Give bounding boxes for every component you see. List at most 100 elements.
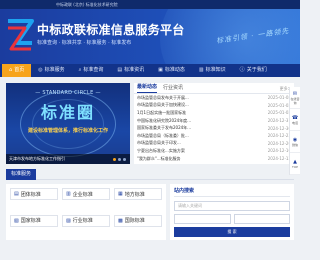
tab-latest[interactable]: 最新动态 [137, 83, 158, 93]
side-item-label: TOP [291, 164, 298, 169]
news-item[interactable]: 宁夏出台标准化...实施方案 2024-12-16 [137, 147, 291, 155]
nav-item-label: 标准服务 [44, 67, 65, 73]
news-title: 中国标准化研究院2024年度... [137, 117, 191, 123]
search-filters [174, 214, 290, 224]
document-icon: ▥ [66, 191, 71, 197]
news-date: 2024-12-13 [267, 156, 291, 162]
news-title: 市场监管总局关于印发... [137, 140, 181, 146]
news-item[interactable]: 市场监管总局发布关于开展... 2025-01-08 [137, 94, 291, 102]
filter-select[interactable] [174, 214, 231, 224]
search-button[interactable]: 搜 索 [174, 227, 290, 237]
category-area: ▤ 团体标准 ▥ 企业标准 ▦ 地方标准 ▧ 国家标准 ▨ 行业标准 ▩ 国际标… [6, 184, 294, 240]
news-item[interactable]: 市场监管总局关于加快建设... 2025-01-02 [137, 102, 291, 110]
news-list: 市场监管总局发布关于开展... 2025-01-08 市场监管总局关于加快建设..… [134, 94, 294, 162]
dynamic-icon: ▣ [158, 67, 163, 73]
side-item-consult[interactable]: ✉ 在线咨询 [290, 87, 300, 109]
site-title: 中标政联标准信息服务平台 [37, 23, 185, 37]
news-date: 2025-01-08 [267, 95, 291, 101]
category-label: 团体标准 [20, 191, 41, 198]
search-icon: ⌕ [78, 67, 82, 73]
news-icon: ▤ [117, 67, 123, 73]
banner-carousel[interactable]: — STANDARD CIRCLE — 标准圈 建设标准管理体系，推行标准化工作… [6, 83, 130, 164]
category-button-local[interactable]: ▦ 地方标准 [114, 188, 162, 200]
search-input[interactable]: 请输入关键词 [174, 201, 290, 211]
floating-sidebar: ✉ 在线咨询 ☎ 电话 ◉ 微信 ▲ TOP [289, 87, 300, 175]
news-title: 市场监管总局（标准委）批... [137, 132, 189, 138]
standard-service-section: 标准服务 ▤ 团体标准 ▥ 企业标准 ▦ 地方标准 ▧ 国家标准 ▨ 行业标准 … [6, 168, 294, 240]
nav-item-label: 首页 [14, 67, 25, 73]
service-icon: ◎ [38, 67, 43, 73]
document-icon: ▦ [118, 191, 123, 197]
nav-item-home[interactable]: ⌂ 首页 [2, 64, 32, 77]
news-tabs: 最新动态 行业资讯 [134, 83, 294, 94]
home-icon: ⌂ [9, 67, 13, 73]
side-item-wechat[interactable]: ◉ 微信 [290, 131, 300, 153]
main-nav: ⌂ 首页 ◎ 标准服务 ⌕ 标准查询 ▤ 标准资讯 ▣ 标准动态 ▥ 标准知识 … [0, 64, 300, 77]
category-button-national[interactable]: ▧ 国家标准 [10, 214, 58, 227]
banner-english-title: — STANDARD CIRCLE — [35, 90, 101, 96]
nav-item-label: 标准查询 [83, 67, 104, 73]
document-icon: ▧ [14, 217, 19, 224]
news-date: 2025-01-02 [267, 102, 291, 108]
side-item-label: 微信 [291, 142, 298, 147]
news-date: 2024-12-16 [267, 148, 291, 154]
document-icon: ▤ [14, 191, 19, 197]
category-button-group[interactable]: ▤ 团体标准 [10, 188, 58, 200]
search-title: 站内搜索 [174, 187, 290, 197]
carousel-dot[interactable] [118, 158, 121, 161]
carousel-dots [113, 158, 126, 161]
nav-item-label: 标准资讯 [124, 67, 145, 73]
nav-item-label: 标准知识 [205, 67, 226, 73]
news-date: 2024-12-20 [267, 140, 291, 146]
news-title: 市场监管总局关于加快建设... [137, 102, 189, 108]
about-icon: ⓘ [239, 67, 245, 73]
news-title: "我为群众"...标准化服务 [137, 155, 181, 161]
category-label: 企业标准 [72, 191, 93, 198]
news-item[interactable]: 市场监管总局（标准委）批... 2024-12-23 [137, 132, 291, 140]
news-title: 1月1日起实施一批国家标准 [137, 109, 187, 115]
carousel-dot[interactable] [113, 158, 116, 161]
site-header: 中标政联标准信息服务平台 标准查询 · 标准共享 · 标准服务 · 标准发布 标… [0, 9, 300, 64]
document-icon: ▩ [118, 217, 123, 224]
main-content: — STANDARD CIRCLE — 标准圈 建设标准管理体系，推行标准化工作… [6, 83, 294, 164]
banner-main-title: 标准圈 [40, 103, 95, 122]
news-panel: 最新动态 行业资讯 更多> 市场监管总局发布关于开展... 2025-01-08 … [134, 83, 294, 164]
category-button-enterprise[interactable]: ▥ 企业标准 [62, 188, 110, 200]
banner-caption[interactable]: 天津市发布地方标准化工作指引 [6, 154, 130, 164]
site-logo[interactable] [5, 17, 35, 53]
category-label: 行业标准 [72, 218, 93, 224]
category-label: 地方标准 [124, 191, 145, 198]
knowledge-icon: ▥ [198, 67, 204, 73]
news-date: 2024-12-30 [267, 125, 291, 131]
document-icon: ▨ [66, 217, 71, 224]
news-item[interactable]: 1月1日起实施一批国家标准 2025-01-02 [137, 109, 291, 117]
nav-item-dynamic[interactable]: ▣ 标准动态 [151, 64, 192, 77]
filter-select[interactable] [233, 214, 290, 224]
nav-item-query[interactable]: ⌕ 标准查询 [72, 64, 111, 77]
news-item[interactable]: 市场监管总局关于印发... 2024-12-20 [137, 140, 291, 148]
top-bar-text: 中标政联 (北京) 标准化技术研究院 [56, 2, 118, 7]
news-item[interactable]: "我为群众"...标准化服务 2024-12-13 [137, 155, 291, 163]
news-title: 宁夏出台标准化...实施方案 [137, 147, 185, 153]
category-grid: ▤ 团体标准 ▥ 企业标准 ▦ 地方标准 ▧ 国家标准 ▨ 行业标准 ▩ 国际标… [6, 184, 166, 240]
carousel-dot[interactable] [123, 158, 126, 161]
category-button-industry[interactable]: ▨ 行业标准 [62, 214, 110, 227]
section-title: 标准服务 [6, 168, 37, 180]
news-item[interactable]: 国家标准委关于发布2024年... 2024-12-30 [137, 124, 291, 132]
side-item-phone[interactable]: ☎ 电话 [290, 109, 300, 131]
side-item-label: 在线咨询 [290, 96, 300, 105]
news-item[interactable]: 中国标准化研究院2024年度... 2024-12-31 [137, 117, 291, 125]
nav-item-knowledge[interactable]: ▥ 标准知识 [192, 64, 233, 77]
nav-item-news[interactable]: ▤ 标准资讯 [110, 64, 151, 77]
page: 中标政联 (北京) 标准化技术研究院 中标政联标准信息服务平台 标准查询 · 标… [0, 0, 300, 260]
category-label: 国际标准 [124, 218, 145, 224]
nav-item-about[interactable]: ⓘ 关于我们 [233, 64, 274, 77]
top-bar: 中标政联 (北京) 标准化技术研究院 [0, 0, 300, 9]
category-button-international[interactable]: ▩ 国际标准 [114, 214, 162, 227]
news-date: 2024-12-31 [267, 118, 291, 124]
side-item-label: 电话 [291, 120, 298, 125]
nav-item-label: 关于我们 [246, 67, 267, 73]
nav-item-service[interactable]: ◎ 标准服务 [31, 64, 71, 77]
tab-industry[interactable]: 行业资讯 [163, 84, 183, 93]
section-header: 标准服务 [6, 168, 294, 180]
